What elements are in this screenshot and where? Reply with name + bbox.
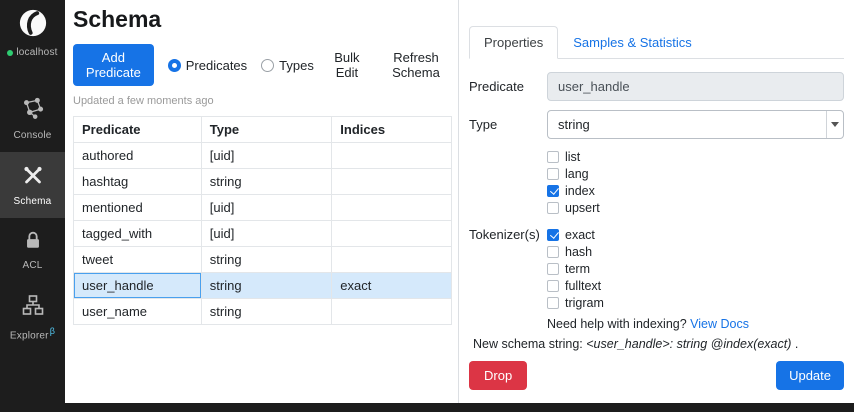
- column-header-predicate: Predicate: [74, 117, 202, 143]
- indexing-help: Need help with indexing? View Docs: [547, 317, 844, 331]
- flag-list-checkbox[interactable]: list: [547, 148, 844, 165]
- table-row[interactable]: authored[uid]: [74, 143, 452, 169]
- radio-predicates[interactable]: Predicates: [168, 58, 247, 73]
- schema-toolbar: Add Predicate Predicates Types Bulk Edit…: [73, 44, 452, 86]
- app-window: localhost: [0, 0, 854, 412]
- table-row[interactable]: mentioned[uid]: [74, 195, 452, 221]
- sidebar-item-console[interactable]: Console: [0, 84, 65, 152]
- radio-icon: [261, 59, 274, 72]
- column-header-type: Type: [201, 117, 332, 143]
- schema-list-pane: Schema Add Predicate Predicates Types Bu…: [65, 0, 458, 412]
- view-docs-link[interactable]: View Docs: [690, 317, 749, 331]
- checkbox-icon: [547, 297, 559, 309]
- tab-samples-statistics[interactable]: Samples & Statistics: [558, 26, 707, 59]
- tab-properties[interactable]: Properties: [469, 26, 558, 59]
- table-header-row: Predicate Type Indices: [74, 117, 452, 143]
- console-graph-icon: [20, 95, 46, 126]
- tokenizer-exact-checkbox[interactable]: exact: [547, 226, 844, 243]
- type-select-value: string: [548, 117, 826, 132]
- type-field-label: Type: [469, 110, 547, 139]
- predicate-form: Predicate Type string: [469, 72, 844, 390]
- flag-index-checkbox[interactable]: index: [547, 182, 844, 199]
- checkbox-icon: [547, 185, 559, 197]
- type-select[interactable]: string: [547, 110, 844, 139]
- flag-upsert-checkbox[interactable]: upsert: [547, 199, 844, 216]
- sidebar-item-localhost[interactable]: localhost: [0, 0, 65, 62]
- checkbox-icon: [547, 168, 559, 180]
- explorer-sitemap-icon: [21, 293, 45, 322]
- connection-status-dot: [7, 50, 13, 56]
- checkbox-icon: [547, 229, 559, 241]
- bulk-edit-button[interactable]: Bulk Edit: [328, 50, 366, 80]
- schema-string-prefix: New schema string:: [473, 337, 586, 351]
- schema-string-suffix: .: [791, 337, 798, 351]
- chevron-down-icon: [826, 111, 843, 138]
- tokenizers-field-label: Tokenizer(s): [469, 226, 547, 243]
- main-area: Schema Add Predicate Predicates Types Bu…: [65, 0, 854, 412]
- sidebar-item-schema[interactable]: Schema: [0, 152, 65, 218]
- predicate-detail-pane: Properties Samples & Statistics Predicat…: [458, 0, 854, 412]
- add-predicate-button[interactable]: Add Predicate: [73, 44, 154, 86]
- table-row[interactable]: hashtagstring: [74, 169, 452, 195]
- table-row-selected[interactable]: user_handlestringexact: [74, 273, 452, 299]
- sidebar-item-label: Explorerβ: [10, 326, 55, 341]
- form-actions: Drop Update: [469, 361, 844, 390]
- dgraph-logo-icon: [18, 8, 48, 43]
- table-row[interactable]: tagged_with[uid]: [74, 221, 452, 247]
- predicate-name-input[interactable]: [547, 72, 844, 101]
- column-header-indices: Indices: [332, 117, 452, 143]
- sidebar-item-acl[interactable]: ACL: [0, 218, 65, 282]
- tokenizer-trigram-checkbox[interactable]: trigram: [547, 294, 844, 311]
- radio-types-label: Types: [279, 58, 314, 73]
- new-schema-string: New schema string: <user_handle>: string…: [469, 337, 844, 351]
- predicate-field-label: Predicate: [469, 72, 547, 101]
- updated-status-text: Updated a few moments ago: [73, 95, 452, 107]
- checkbox-icon: [547, 280, 559, 292]
- checkbox-icon: [547, 151, 559, 163]
- radio-icon: [168, 59, 181, 72]
- lock-icon: [22, 229, 44, 256]
- detail-tabs: Properties Samples & Statistics: [469, 26, 844, 59]
- sidebar-item-label: ACL: [22, 260, 42, 271]
- sidebar: localhost: [0, 0, 65, 412]
- refresh-schema-button[interactable]: Refresh Schema: [380, 50, 452, 80]
- flag-lang-checkbox[interactable]: lang: [547, 165, 844, 182]
- tokenizer-term-checkbox[interactable]: term: [547, 260, 844, 277]
- checkbox-icon: [547, 202, 559, 214]
- drop-button[interactable]: Drop: [469, 361, 527, 390]
- predicates-table: Predicate Type Indices authored[uid] has…: [73, 116, 452, 325]
- page-title: Schema: [73, 6, 452, 33]
- table-row[interactable]: user_namestring: [74, 299, 452, 325]
- bottom-panel-edge: [65, 403, 854, 412]
- tokenizer-fulltext-checkbox[interactable]: fulltext: [547, 277, 844, 294]
- table-row[interactable]: tweetstring: [74, 247, 452, 273]
- beta-badge: β: [50, 326, 55, 336]
- radio-predicates-label: Predicates: [186, 58, 247, 73]
- schema-string-value: <user_handle>: string @index(exact): [586, 337, 791, 351]
- sidebar-item-label: Console: [13, 130, 51, 141]
- help-text: Need help with indexing?: [547, 317, 687, 331]
- sidebar-item-explorer[interactable]: Explorerβ: [0, 282, 65, 352]
- update-button[interactable]: Update: [776, 361, 844, 390]
- checkbox-icon: [547, 246, 559, 258]
- tokenizer-hash-checkbox[interactable]: hash: [547, 243, 844, 260]
- radio-types[interactable]: Types: [261, 58, 314, 73]
- sidebar-item-label: Schema: [14, 196, 52, 207]
- schema-tools-icon: [21, 163, 45, 192]
- server-label: localhost: [16, 47, 57, 58]
- checkbox-icon: [547, 263, 559, 275]
